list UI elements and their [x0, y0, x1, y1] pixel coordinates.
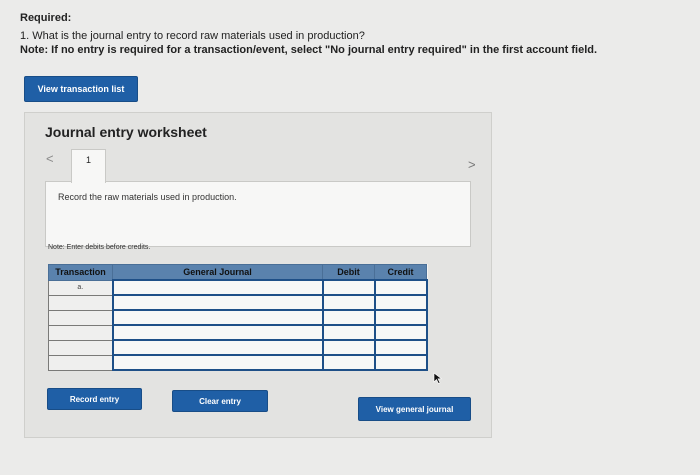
- credit-field[interactable]: [373, 339, 428, 356]
- table-row: [48, 354, 428, 371]
- entry-description: Record the raw materials used in product…: [58, 192, 237, 202]
- account-field[interactable]: [111, 339, 324, 356]
- credit-field[interactable]: [373, 354, 428, 371]
- credit-field[interactable]: [373, 279, 428, 296]
- transaction-cell: [48, 339, 113, 356]
- account-field[interactable]: [111, 309, 324, 326]
- journal-entry-table: Transaction General Journal Debit Credit…: [48, 264, 428, 371]
- transaction-cell: [48, 309, 113, 326]
- view-general-journal-button[interactable]: View general journal: [358, 397, 471, 421]
- table-header-row: Transaction General Journal Debit Credit: [48, 264, 427, 281]
- table-row: [48, 339, 428, 356]
- tab-1[interactable]: 1: [71, 149, 106, 183]
- account-field[interactable]: [111, 354, 324, 371]
- header-debit: Debit: [322, 264, 375, 281]
- account-field[interactable]: [111, 324, 324, 341]
- debit-field[interactable]: [321, 354, 376, 371]
- table-row: [48, 309, 428, 326]
- table-row: [48, 324, 428, 341]
- instruction-note: Note: If no entry is required for a tran…: [20, 44, 598, 56]
- header-general-journal: General Journal: [112, 264, 323, 281]
- transaction-cell: [48, 354, 113, 371]
- credit-field[interactable]: [373, 324, 428, 341]
- question-text: 1. What is the journal entry to record r…: [20, 30, 365, 42]
- transaction-cell: a.: [48, 279, 113, 296]
- record-entry-button[interactable]: Record entry: [47, 388, 142, 410]
- next-arrow-icon[interactable]: >: [468, 157, 476, 172]
- debit-field[interactable]: [321, 294, 376, 311]
- debit-field[interactable]: [321, 339, 376, 356]
- account-field[interactable]: [111, 279, 324, 296]
- transaction-cell: [48, 294, 113, 311]
- view-transaction-list-button[interactable]: View transaction list: [24, 76, 138, 102]
- mouse-cursor-icon: [433, 372, 443, 384]
- clear-entry-button[interactable]: Clear entry: [172, 390, 268, 412]
- header-credit: Credit: [374, 264, 427, 281]
- table-row: a.: [48, 279, 428, 296]
- previous-arrow-icon[interactable]: <: [46, 151, 54, 166]
- credit-field[interactable]: [373, 309, 428, 326]
- account-field[interactable]: [111, 294, 324, 311]
- credit-field[interactable]: [373, 294, 428, 311]
- table-row: [48, 294, 428, 311]
- journal-entry-worksheet: Journal entry worksheet < > 1 Record the…: [24, 112, 492, 438]
- required-label: Required:: [20, 12, 72, 24]
- debit-field[interactable]: [321, 279, 376, 296]
- transaction-cell: [48, 324, 113, 341]
- debits-note: Note: Enter debits before credits.: [48, 244, 151, 251]
- header-transaction: Transaction: [48, 264, 113, 281]
- debit-field[interactable]: [321, 309, 376, 326]
- debit-field[interactable]: [321, 324, 376, 341]
- worksheet-title: Journal entry worksheet: [45, 124, 207, 140]
- entry-description-panel: Record the raw materials used in product…: [45, 181, 471, 247]
